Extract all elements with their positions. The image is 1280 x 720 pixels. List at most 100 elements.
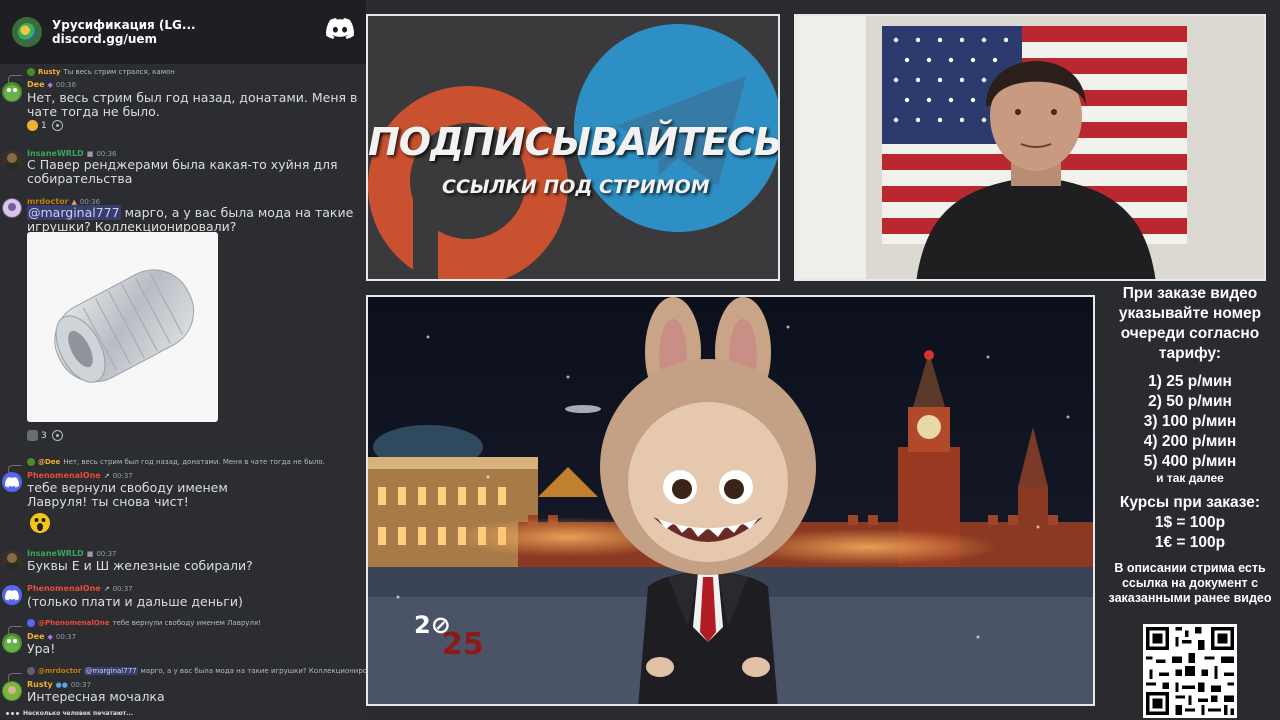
discord-default-avatar-icon: [5, 476, 19, 487]
role-badge-icon: ↗: [103, 471, 110, 480]
add-reaction-icon[interactable]: [51, 120, 63, 131]
reply-mention: @marginal777: [84, 667, 138, 675]
year-digits-bottom: 25: [442, 626, 484, 662]
reply-avatar: [27, 458, 35, 466]
description-note: В описании стрима есть ссылка на докумен…: [1108, 561, 1272, 605]
avatar[interactable]: [2, 472, 22, 492]
reply-preview[interactable]: @mrdoctor @marginal777 марго, а у вас бы…: [27, 667, 366, 675]
reply-username: Rusty: [38, 68, 61, 76]
rate-1: 1) 25 р/мин: [1148, 373, 1232, 390]
reply-preview[interactable]: @Dee Нет, весь стрим был год назад, дона…: [27, 458, 325, 466]
timestamp: 00:37: [112, 584, 133, 593]
avatar[interactable]: [2, 633, 22, 653]
server-name: Урусификация (LG...: [52, 17, 196, 32]
scared-emoji-icon: [30, 513, 50, 533]
user-avatar-icon: [5, 153, 19, 170]
discord-logo-icon: [326, 18, 354, 39]
message-header: Dee ◆ 00:36: [27, 80, 76, 89]
custom-emoji-icon: [27, 430, 38, 441]
username[interactable]: Dee: [27, 632, 45, 641]
rate-5: 5) 400 р/мин: [1143, 453, 1237, 470]
frog-avatar-icon: [4, 85, 20, 101]
timestamp: 00:37: [112, 471, 133, 480]
reaction[interactable]: 1: [27, 120, 47, 131]
reply-username: @mrdoctor: [38, 667, 82, 675]
year-2025-logo: 2⊘ 25: [414, 613, 484, 662]
message-text: С Павер ренджерами была какая-то хуйня д…: [27, 157, 338, 186]
message-text: (только плати и дальше деньги): [27, 594, 243, 609]
rate-4: 4) 200 р/мин: [1143, 433, 1237, 450]
message-header: Dee ◆ 00:37: [27, 632, 76, 641]
timestamp: 00:37: [96, 549, 117, 558]
reaction[interactable]: 3: [27, 430, 47, 441]
subscribe-promo-panel: ПОДПИСЫВАЙТЕСЬ ССЫЛКИ ПОД СТРИМОМ: [366, 14, 780, 281]
role-badge-icon: ●●: [55, 680, 68, 689]
order-instructions: При заказе видео указывайте номер очеред…: [1118, 285, 1262, 362]
frog-avatar-icon: [4, 636, 20, 652]
webcam-feed: [796, 16, 1264, 279]
reply-username: @PhenomenalOne: [38, 619, 110, 627]
message-header: Rusty ●● 00:37: [27, 680, 91, 689]
typing-dots-icon: [6, 712, 19, 715]
reaction-count: 3: [41, 430, 47, 441]
user-avatar-icon: [3, 682, 21, 700]
reply-hook: [8, 673, 22, 681]
grinning-emoji-icon: [27, 120, 38, 131]
user-avatar-icon: [3, 199, 21, 217]
webcam-panel: [794, 14, 1266, 281]
reply-preview[interactable]: Rusty Ты весь стрим стрался, камон: [27, 68, 175, 76]
add-reaction-icon[interactable]: [51, 430, 63, 441]
avatar[interactable]: [2, 198, 22, 218]
rate-3: 3) 100 р/мин: [1143, 413, 1237, 430]
avatar[interactable]: [2, 585, 22, 605]
typing-indicator: Несколько человек печатают...: [6, 710, 133, 717]
discord-default-avatar-icon: [5, 589, 19, 600]
qr-code[interactable]: [1143, 624, 1237, 718]
toy-image: [54, 269, 195, 383]
image-attachment[interactable]: [27, 232, 218, 422]
username[interactable]: InsaneWRLD: [27, 549, 84, 558]
message-header: InsaneWRLD ■ 00:37: [27, 549, 117, 558]
timestamp: 00:36: [55, 80, 77, 89]
main-video-panel: 2⊘ 25: [366, 295, 1095, 706]
reactions: 3: [27, 430, 63, 441]
avatar[interactable]: [2, 550, 22, 570]
message-header: PhenomenalOne ↗ 00:37: [27, 471, 133, 480]
role-badge-icon: ↗: [103, 584, 110, 593]
reply-text: Нет, весь стрим был год назад, донатами.…: [63, 458, 325, 466]
rate-2: 2) 50 р/мин: [1148, 393, 1232, 410]
avatar[interactable]: [2, 150, 22, 170]
username[interactable]: Dee: [27, 80, 45, 89]
message-text: Ура!: [27, 641, 56, 656]
message-text: @marginal777 марго, а у вас была мода на…: [27, 205, 365, 234]
reply-username: @Dee: [38, 458, 61, 466]
promo-subtitle: ССЫЛКИ ПОД СТРИМОМ: [442, 176, 710, 198]
reply-preview[interactable]: @PhenomenalOne тебе вернули свободу имен…: [27, 619, 261, 627]
promo-title: ПОДПИСЫВАЙТЕСЬ: [368, 120, 780, 164]
server-invite-link[interactable]: discord.gg/uem: [52, 32, 196, 46]
server-icon: [12, 17, 42, 47]
user-avatar-icon: [5, 553, 19, 570]
nitro-badge-icon: ◆: [47, 80, 53, 89]
reactions: 1: [27, 120, 63, 131]
reaction-count: 1: [41, 120, 47, 131]
message-text: тебе вернули свободу именем Лавруля! ты …: [27, 480, 228, 509]
reply-text: Ты весь стрим стрался, камон: [63, 68, 175, 76]
avatar[interactable]: [2, 82, 22, 102]
message-text: Интересная мочалка: [27, 689, 165, 704]
chat-header: Урусификация (LG... discord.gg/uem: [0, 0, 366, 64]
timestamp: 00:37: [70, 680, 92, 689]
message-header: PhenomenalOne ↗ 00:37: [27, 584, 133, 593]
avatar[interactable]: [2, 681, 22, 701]
nitro-badge-icon: ◆: [47, 632, 53, 641]
order-info-panel: При заказе видео указывайте номер очеред…: [1100, 284, 1280, 606]
rate-more: и так далее: [1156, 471, 1224, 485]
username[interactable]: PhenomenalOne: [27, 584, 101, 593]
reply-avatar: [27, 619, 35, 627]
user-mention[interactable]: @marginal777: [27, 205, 121, 220]
exchange-rate-usd: 1$ = 100р: [1154, 514, 1226, 531]
username[interactable]: PhenomenalOne: [27, 471, 101, 480]
timestamp: 00:37: [55, 632, 77, 641]
username[interactable]: Rusty: [27, 680, 53, 689]
reply-text: тебе вернули свободу именем Лавруля!: [112, 619, 261, 627]
